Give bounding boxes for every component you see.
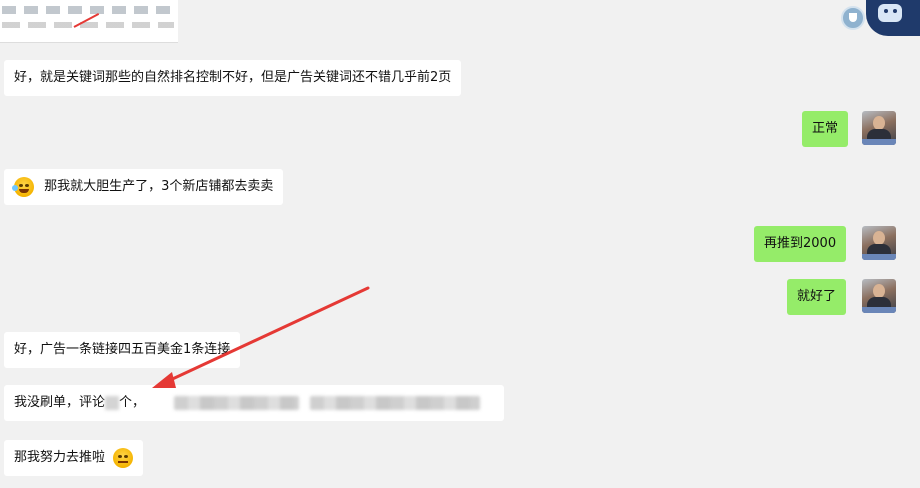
annotation-arrow: [152, 286, 370, 388]
